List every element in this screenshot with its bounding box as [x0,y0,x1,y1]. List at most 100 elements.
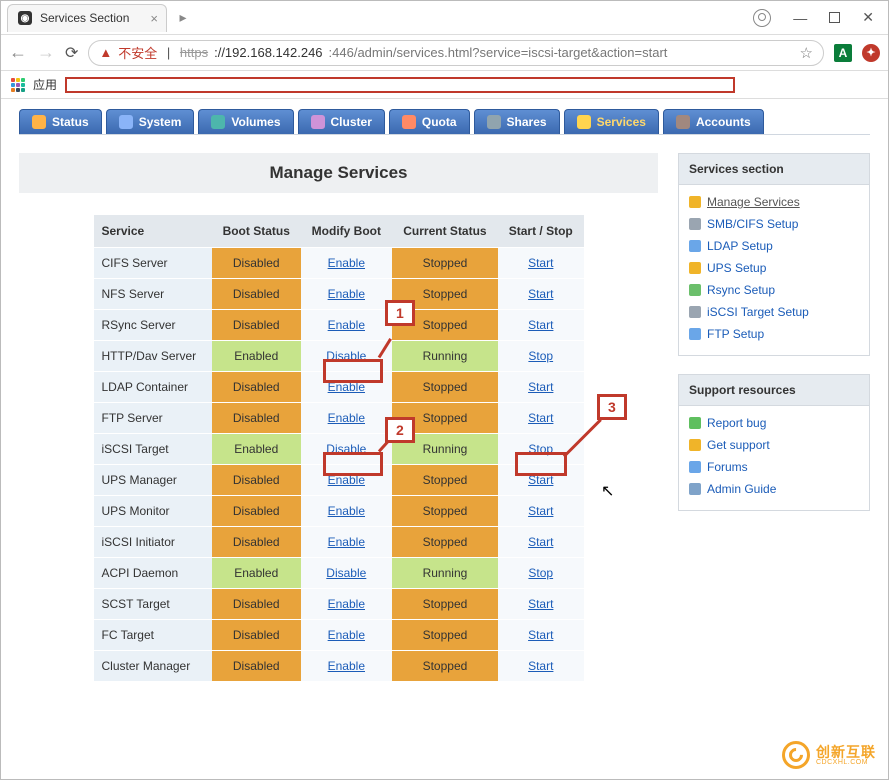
modify-boot-link[interactable]: Enable [328,628,365,642]
start-stop-link[interactable]: Start [528,318,553,332]
nav-cluster[interactable]: Cluster [298,109,385,134]
sidebar-item[interactable]: Get support [689,434,859,456]
sidebar-bullet-icon [689,196,701,208]
modify-boot-link[interactable]: Enable [328,473,365,487]
extension-adblock-icon[interactable]: ✦ [862,44,880,62]
sidebar-item[interactable]: Report bug [689,412,859,434]
sidebar-link[interactable]: FTP Setup [707,327,764,341]
sidebar-link[interactable]: Get support [707,438,770,452]
start-stop-link[interactable]: Start [528,380,553,394]
start-stop-link[interactable]: Start [528,287,553,301]
nav-shares[interactable]: Shares [474,109,560,134]
sidebar-item[interactable]: SMB/CIFS Setup [689,213,859,235]
table-row: LDAP ContainerDisabledEnableStoppedStart [94,372,584,403]
window-titlebar: ◉ Services Section × ▸ — ✕ [1,1,888,35]
boot-status-cell: Disabled [212,465,301,496]
close-window-button[interactable]: ✕ [862,9,874,26]
current-status-cell: Stopped [392,620,498,651]
sidebar-item[interactable]: iSCSI Target Setup [689,301,859,323]
close-tab-icon[interactable]: × [150,11,158,26]
boot-status-cell: Disabled [212,248,301,279]
nav-quota[interactable]: Quota [389,109,470,134]
modify-boot-link[interactable]: Disable [326,566,366,580]
apps-label[interactable]: 应用 [33,76,57,93]
sidebar-bullet-icon [689,240,701,252]
maximize-button[interactable] [829,12,840,23]
modify-boot-cell: Enable [301,465,392,496]
modify-boot-link[interactable]: Enable [328,535,365,549]
current-status-cell: Stopped [392,527,498,558]
start-stop-link[interactable]: Start [528,535,553,549]
sidebar-item[interactable]: LDAP Setup [689,235,859,257]
th-modify: Modify Boot [301,215,392,248]
back-button[interactable]: ← [9,42,27,63]
modify-boot-cell: Enable [301,248,392,279]
browser-tab[interactable]: ◉ Services Section × [7,4,167,32]
watermark-logo-icon [782,741,810,769]
current-status-cell: Stopped [392,465,498,496]
modify-boot-link[interactable]: Disable [326,349,366,363]
url-bar[interactable]: ▲ 不安全 | https ://192.168.142.246 :446/ad… [88,40,824,66]
service-name-cell: FTP Server [94,403,212,434]
start-stop-link[interactable]: Stop [528,566,553,580]
modify-boot-link[interactable]: Enable [328,597,365,611]
sidebar-item[interactable]: Rsync Setup [689,279,859,301]
start-stop-link[interactable]: Start [528,256,553,270]
browser-toolbar: ← → ⟳ ▲ 不安全 | https ://192.168.142.246 :… [1,35,888,71]
sidebar-link[interactable]: Manage Services [707,195,800,209]
nav-system[interactable]: System [106,109,195,134]
start-stop-link[interactable]: Start [528,411,553,425]
sidebar-link[interactable]: LDAP Setup [707,239,773,253]
url-scheme: https [180,45,208,60]
start-stop-link[interactable]: Start [528,473,553,487]
modify-boot-link[interactable]: Enable [328,411,365,425]
minimize-button[interactable]: — [793,10,807,26]
nav-status[interactable]: Status [19,109,102,134]
watermark: 创新互联 CDCXHL.COM [782,741,876,769]
sidebar-link[interactable]: Report bug [707,416,766,430]
nav-services[interactable]: Services [564,109,659,134]
sidebar-item[interactable]: Forums [689,456,859,478]
modify-boot-link[interactable]: Enable [328,318,365,332]
reload-button[interactable]: ⟳ [65,43,78,63]
modify-boot-link[interactable]: Enable [328,504,365,518]
insecure-icon: ▲ [99,45,112,60]
start-stop-link[interactable]: Start [528,659,553,673]
sidebar-item[interactable]: Manage Services [689,191,859,213]
sidebar-item[interactable]: FTP Setup [689,323,859,345]
service-name-cell: CIFS Server [94,248,212,279]
nav-label-shares: Shares [507,115,547,129]
watermark-cn: 创新互联 [816,745,876,759]
apps-grid-icon[interactable] [11,78,25,92]
profile-icon[interactable] [753,9,771,27]
modify-boot-link[interactable]: Enable [328,380,365,394]
sidebar-link[interactable]: SMB/CIFS Setup [707,217,798,231]
start-stop-link[interactable]: Start [528,597,553,611]
sidebar-item[interactable]: UPS Setup [689,257,859,279]
bookmark-star-icon[interactable]: ☆ [800,44,813,62]
sidebar-link[interactable]: Forums [707,460,748,474]
start-stop-link[interactable]: Stop [528,349,553,363]
start-stop-link[interactable]: Start [528,504,553,518]
modify-boot-link[interactable]: Disable [326,442,366,456]
new-tab-button[interactable]: ▸ [173,8,193,28]
modify-boot-link[interactable]: Enable [328,659,365,673]
sidebar-bullet-icon [689,262,701,274]
watermark-en: CDCXHL.COM [816,759,876,766]
extension-a-icon[interactable]: A [834,44,852,62]
start-stop-link[interactable]: Stop [528,442,553,456]
sidebar-link[interactable]: UPS Setup [707,261,766,275]
sidebar-link[interactable]: Rsync Setup [707,283,775,297]
nav-volumes[interactable]: Volumes [198,109,293,134]
sidebar-link[interactable]: iSCSI Target Setup [707,305,809,319]
nav-accounts[interactable]: Accounts [663,109,764,134]
start-stop-link[interactable]: Start [528,628,553,642]
mouse-cursor-icon: ↖ [601,481,614,501]
start-stop-cell: Stop [498,558,584,589]
boot-status-cell: Disabled [212,310,301,341]
modify-boot-link[interactable]: Enable [328,287,365,301]
sidebar-link[interactable]: Admin Guide [707,482,776,496]
service-name-cell: FC Target [94,620,212,651]
sidebar-item[interactable]: Admin Guide [689,478,859,500]
modify-boot-link[interactable]: Enable [328,256,365,270]
